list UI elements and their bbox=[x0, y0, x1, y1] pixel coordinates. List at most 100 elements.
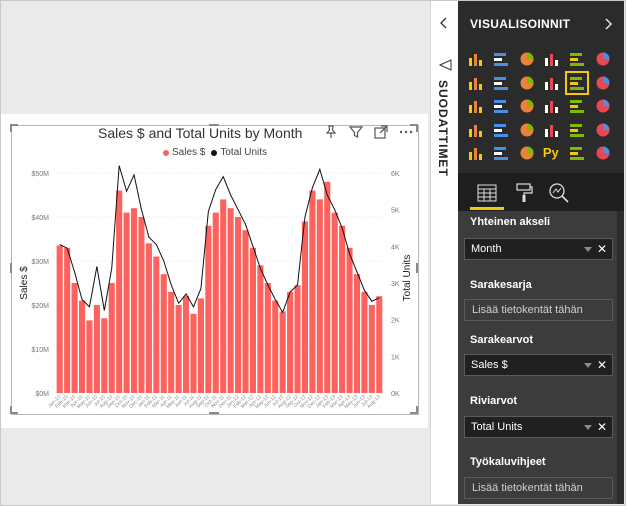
bar bbox=[287, 291, 294, 393]
y2-tick-label: 2K bbox=[391, 318, 400, 325]
well-field-shared-axis[interactable]: Month ✕ bbox=[464, 238, 613, 260]
kpi-icon[interactable] bbox=[594, 121, 612, 139]
bar bbox=[168, 291, 175, 393]
waterfall-icon[interactable] bbox=[467, 97, 485, 115]
x-axis-ticks: Jan-10Feb-10Mar-10Apr-10May-10Jun-10Jul-… bbox=[47, 394, 382, 410]
remove-field-icon[interactable]: ✕ bbox=[597, 358, 607, 372]
y-tick-label: $30M bbox=[31, 259, 49, 266]
chevron-down-icon[interactable] bbox=[584, 247, 592, 252]
bar bbox=[301, 221, 309, 393]
slicer-icon[interactable] bbox=[467, 144, 485, 162]
well-field-line-values[interactable]: Total Units ✕ bbox=[464, 416, 613, 438]
units-line bbox=[59, 165, 380, 314]
clustered-bar-icon[interactable] bbox=[518, 50, 536, 68]
well-field-column-values[interactable]: Sales $ ✕ bbox=[464, 354, 613, 376]
100-stacked-bar-icon[interactable] bbox=[568, 50, 586, 68]
funnel-icon[interactable] bbox=[492, 121, 510, 139]
matrix-icon[interactable] bbox=[518, 144, 536, 162]
100-stacked-column-icon[interactable] bbox=[594, 50, 612, 68]
map-icon[interactable] bbox=[594, 97, 612, 115]
field-name: Total Units bbox=[471, 421, 523, 433]
y-tick-label: $10M bbox=[31, 347, 49, 354]
bar bbox=[212, 212, 219, 393]
multi-row-card-icon[interactable] bbox=[568, 121, 586, 139]
gauge-icon[interactable] bbox=[518, 121, 536, 139]
bar bbox=[272, 300, 279, 393]
bar bbox=[220, 199, 227, 393]
well-label-line-values: Riviarvot bbox=[470, 395, 518, 407]
chevron-left-icon[interactable] bbox=[439, 16, 449, 30]
ribbon-chart-icon[interactable] bbox=[594, 74, 612, 92]
drop-placeholder: Lisää tietokentät tähän bbox=[472, 304, 583, 316]
bar bbox=[145, 243, 152, 393]
y2-tick-label: 0K bbox=[391, 391, 400, 398]
chevron-right-icon[interactable] bbox=[603, 17, 613, 31]
bar bbox=[346, 247, 353, 393]
bar bbox=[86, 320, 93, 393]
chevron-down-icon[interactable] bbox=[584, 425, 592, 430]
bar bbox=[183, 296, 190, 393]
arcgis-icon[interactable] bbox=[594, 144, 612, 162]
line-clustered-column-icon[interactable] bbox=[565, 70, 590, 95]
well-drop-tooltips[interactable]: Lisää tietokentät tähän bbox=[464, 477, 613, 499]
visualizations-title: VISUALISOINNIT bbox=[470, 17, 571, 31]
well-drop-column-series[interactable]: Lisää tietokentät tähän bbox=[464, 299, 613, 321]
scatter-icon[interactable] bbox=[492, 97, 510, 115]
format-paint-roller-icon[interactable] bbox=[515, 183, 533, 203]
y2-tick-label: 3K bbox=[391, 281, 400, 288]
bar bbox=[331, 212, 338, 393]
filled-map-icon[interactable] bbox=[467, 121, 485, 139]
bar bbox=[368, 305, 375, 393]
area-chart-icon[interactable] bbox=[492, 74, 510, 92]
y-axis-title: Sales $ bbox=[19, 266, 30, 300]
active-tab-indicator bbox=[470, 207, 504, 210]
well-label-shared-axis: Yhteinen akseli bbox=[470, 216, 551, 228]
filter-pane-icon bbox=[439, 59, 452, 71]
field-name: Sales $ bbox=[471, 359, 508, 371]
y-tick-label: $20M bbox=[31, 303, 49, 310]
clustered-column-icon[interactable] bbox=[543, 50, 561, 68]
donut-chart-icon[interactable] bbox=[543, 97, 561, 115]
bar bbox=[279, 311, 286, 393]
pie-chart-icon[interactable] bbox=[518, 97, 536, 115]
chart-plot: $0M $10M $20M $30M $40M $50M 0K 1K 2K 3K 4K 5K 6K J… bbox=[19, 165, 413, 410]
y2-tick-label: 6K bbox=[391, 171, 400, 178]
stacked-column-icon[interactable] bbox=[492, 50, 510, 68]
bar bbox=[376, 296, 383, 393]
line-stacked-column-icon[interactable] bbox=[543, 74, 561, 92]
bar bbox=[130, 208, 138, 393]
bar bbox=[361, 291, 368, 393]
bar bbox=[78, 300, 86, 393]
treemap-icon[interactable] bbox=[568, 97, 586, 115]
bar bbox=[101, 318, 108, 393]
y2-tick-label: 5K bbox=[391, 208, 400, 215]
bar bbox=[123, 212, 130, 393]
stacked-area-icon[interactable] bbox=[518, 74, 536, 92]
remove-field-icon[interactable]: ✕ bbox=[597, 242, 607, 256]
stacked-bar-icon[interactable] bbox=[467, 50, 485, 68]
y2-tick-label: 1K bbox=[391, 354, 400, 361]
bar bbox=[294, 285, 301, 393]
fields-tab-icon[interactable] bbox=[477, 184, 497, 202]
chevron-down-icon[interactable] bbox=[584, 363, 592, 368]
bar bbox=[227, 208, 234, 393]
filters-pane-label[interactable]: SUODATTIMET bbox=[436, 80, 450, 177]
bar bbox=[56, 245, 63, 393]
line-chart-icon[interactable] bbox=[467, 74, 485, 92]
bar bbox=[71, 283, 78, 393]
remove-field-icon[interactable]: ✕ bbox=[597, 420, 607, 434]
well-label-column-series: Sarakesarja bbox=[470, 279, 532, 291]
pane-scrollbar[interactable] bbox=[618, 211, 624, 504]
bar bbox=[116, 190, 123, 393]
bar-series bbox=[56, 181, 383, 393]
bar bbox=[153, 256, 160, 393]
analytics-magnifier-icon[interactable] bbox=[548, 182, 570, 204]
python-visual-icon[interactable]: Py bbox=[543, 144, 561, 162]
bar bbox=[197, 298, 204, 393]
table-icon[interactable] bbox=[492, 144, 510, 162]
key-influencers-icon[interactable] bbox=[568, 144, 586, 162]
card-icon[interactable] bbox=[543, 121, 561, 139]
filters-pane[interactable] bbox=[430, 1, 458, 504]
drop-placeholder: Lisää tietokentät tähän bbox=[472, 482, 583, 494]
bar bbox=[235, 217, 242, 393]
